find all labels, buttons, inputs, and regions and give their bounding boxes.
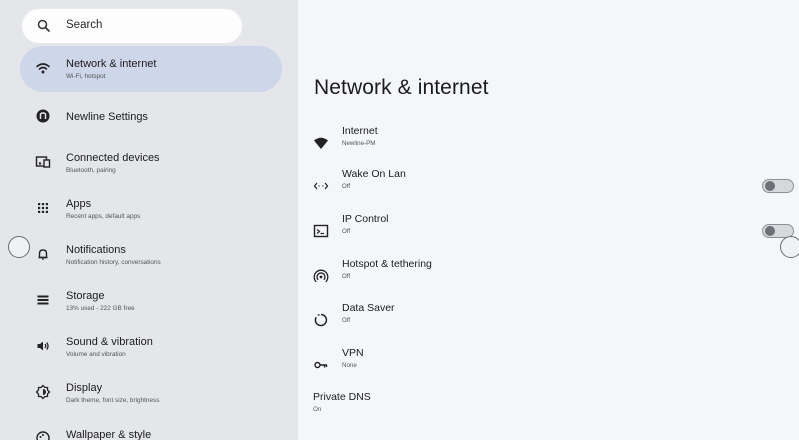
sidebar-item-subtitle: Volume and vibration (66, 351, 126, 358)
setting-title: Wake On Lan (342, 168, 406, 180)
sidebar-item-network-internet[interactable]: Network & internet Wi-Fi, hotspot (20, 46, 282, 92)
setting-subtitle: Newline-PM (342, 140, 376, 147)
setting-subtitle: Off (342, 317, 351, 324)
setting-ip-control[interactable]: IP Control Off (298, 213, 799, 257)
hotspot-icon (313, 268, 329, 284)
sidebar-item-storage[interactable]: Storage 13% used - 222 GB free (20, 278, 282, 324)
sidebar-item-subtitle: Dark theme, font size, brightness (66, 397, 160, 404)
sidebar-item-title: Display (66, 382, 103, 394)
left-edge-handle[interactable] (8, 236, 30, 258)
setting-title: Hotspot & tethering (342, 258, 432, 270)
vpn-key-icon (313, 357, 329, 373)
right-edge-handle[interactable] (780, 236, 799, 258)
arrows-exchange-icon (313, 178, 329, 194)
setting-vpn[interactable]: VPN None (298, 347, 799, 391)
sidebar-item-title: Sound & vibration (66, 336, 153, 348)
sidebar-item-title: Connected devices (66, 152, 160, 164)
setting-data-saver[interactable]: Data Saver Off (298, 302, 799, 346)
setting-subtitle: On (313, 406, 322, 413)
setting-title: VPN (342, 347, 364, 359)
data-saver-icon (313, 312, 329, 328)
wifi-icon (35, 60, 51, 76)
sidebar-item-title: Wallpaper & style (66, 429, 152, 440)
storage-icon (35, 292, 51, 308)
search-bar[interactable]: Search (22, 9, 242, 43)
wifi-filled-icon (313, 135, 329, 151)
sidebar-item-title: Notifications (66, 244, 126, 256)
setting-title: Internet (342, 125, 378, 137)
speaker-icon (35, 338, 51, 354)
setting-internet[interactable]: Internet Newline-PM (298, 125, 799, 169)
apps-grid-icon (35, 200, 51, 216)
setting-subtitle: Off (342, 228, 351, 235)
bell-icon (35, 246, 51, 262)
setting-wake-on-lan[interactable]: Wake On Lan Off (298, 168, 799, 212)
connected-devices-icon (35, 154, 51, 170)
sidebar-item-subtitle: Recent apps, default apps (66, 213, 141, 220)
setting-hotspot-tethering[interactable]: Hotspot & tethering Off (298, 258, 799, 302)
settings-sidebar: Search Network & internet Wi-Fi, hotspot… (0, 0, 298, 440)
sidebar-item-connected-devices[interactable]: Connected devices Bluetooth, pairing (20, 140, 282, 186)
palette-icon (35, 430, 51, 440)
sidebar-item-wallpaper-style[interactable]: Wallpaper & style (20, 416, 282, 440)
toggle-knob (765, 181, 775, 191)
display-brightness-icon (35, 384, 51, 400)
wake-on-lan-toggle[interactable] (762, 179, 794, 193)
sidebar-item-title: Apps (66, 198, 92, 210)
sidebar-item-apps[interactable]: Apps Recent apps, default apps (20, 186, 282, 232)
setting-subtitle: Off (342, 273, 351, 280)
toggle-knob (765, 226, 775, 236)
terminal-icon (313, 223, 329, 239)
setting-private-dns[interactable]: Private DNS On (298, 391, 799, 435)
sidebar-item-title: Storage (66, 290, 105, 302)
sidebar-item-subtitle: 13% used - 222 GB free (66, 305, 135, 312)
setting-title: Data Saver (342, 302, 395, 314)
sidebar-item-display[interactable]: Display Dark theme, font size, brightnes… (20, 370, 282, 416)
sidebar-item-subtitle: Bluetooth, pairing (66, 167, 116, 174)
sidebar-item-sound-vibration[interactable]: Sound & vibration Volume and vibration (20, 324, 282, 370)
sidebar-item-notifications[interactable]: Notifications Notification history, conv… (20, 232, 282, 278)
sidebar-item-title: Network & internet (66, 58, 157, 70)
search-icon (36, 18, 52, 34)
sidebar-item-title: Newline Settings (66, 111, 148, 123)
setting-title: Private DNS (313, 391, 371, 403)
sidebar-item-newline-settings[interactable]: Newline Settings (20, 94, 282, 140)
search-placeholder: Search (66, 19, 103, 31)
setting-subtitle: None (342, 362, 357, 369)
page-title: Network & internet (314, 76, 489, 99)
sidebar-item-subtitle: Wi-Fi, hotspot (66, 73, 106, 80)
setting-subtitle: Off (342, 183, 351, 190)
network-internet-panel: Network & internet Internet Newline-PM W… (298, 8, 799, 440)
newline-logo-icon (35, 108, 51, 124)
sidebar-item-subtitle: Notification history, conversations (66, 259, 161, 266)
setting-title: IP Control (342, 213, 389, 225)
